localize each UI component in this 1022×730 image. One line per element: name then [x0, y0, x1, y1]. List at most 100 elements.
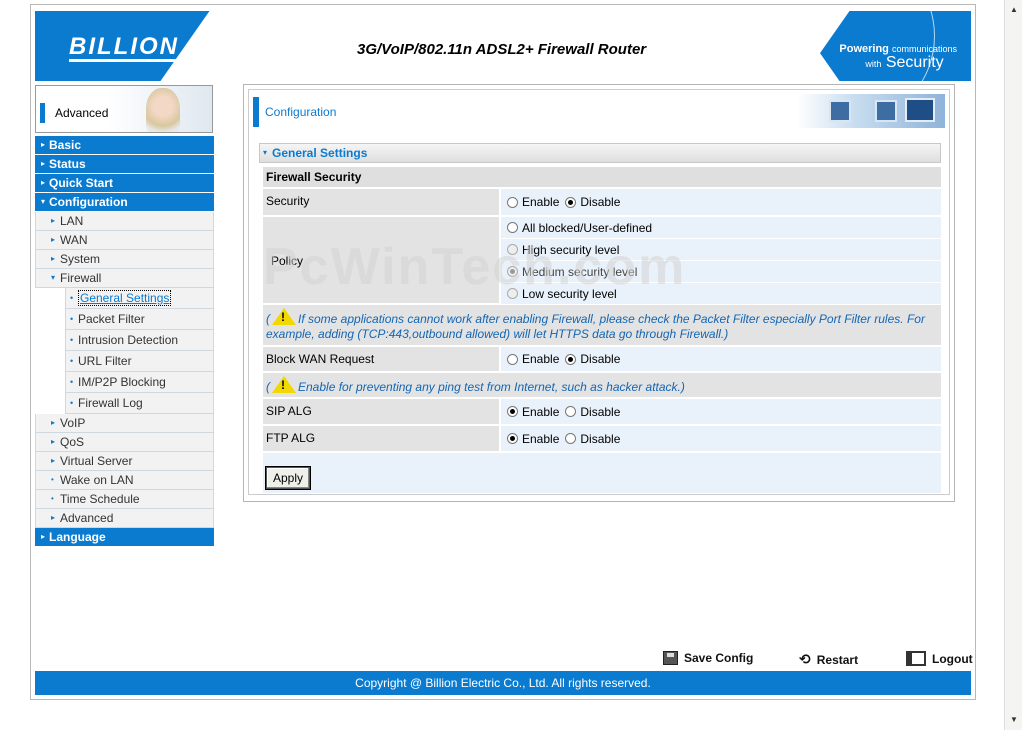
radio-button[interactable] [507, 288, 518, 299]
sidebar-item-label: QoS [60, 435, 85, 449]
sidebar-item-firewall-log[interactable]: • Firewall Log [65, 393, 214, 414]
sidebar-item-label: Quick Start [49, 176, 114, 190]
sidebar-item-virtual-server[interactable]: ▸ Virtual Server [35, 452, 214, 471]
sidebar-item-qos[interactable]: ▸ QoS [35, 433, 214, 452]
radio-button-selected[interactable] [507, 406, 518, 417]
scroll-down-arrow-icon[interactable]: ▼ [1006, 712, 1022, 728]
warning-glyph: ! [281, 378, 285, 392]
policy-option-low[interactable]: Low security level [501, 283, 941, 305]
sidebar-item-configuration[interactable]: ▾ Configuration [35, 193, 214, 212]
sidebar-item-general-settings[interactable]: • General Settings [65, 288, 214, 309]
security-row: Security Enable Disable [263, 189, 941, 217]
radio-label: Disable [580, 352, 621, 366]
bullet-icon: • [70, 356, 74, 366]
logout-door-icon [906, 651, 926, 666]
ping-note-row: (! Enable for preventing any ping test fr… [263, 373, 941, 399]
sidebar-item-label: Intrusion Detection [78, 333, 179, 347]
section-header-general-settings[interactable]: ▾ General Settings [259, 143, 941, 163]
sip-alg-label: SIP ALG [263, 399, 499, 424]
sidebar-item-status[interactable]: ▸ Status [35, 155, 214, 174]
radio-button-selected[interactable] [507, 266, 518, 277]
sidebar-item-quick-start[interactable]: ▸ Quick Start [35, 174, 214, 193]
radio-button[interactable] [565, 433, 577, 444]
bullet-icon: • [70, 314, 74, 324]
security-disable-radio[interactable]: Disable [565, 195, 620, 209]
radio-label: Disable [580, 431, 621, 446]
block-wan-disable-radio[interactable]: Disable [565, 352, 620, 366]
restart-button[interactable]: ⟲ Restart [799, 651, 858, 668]
sidebar-item-wan[interactable]: ▸ WAN [35, 231, 214, 250]
policy-option-all-blocked[interactable]: All blocked/User-defined [501, 217, 941, 239]
sidebar-item-lan[interactable]: ▸ LAN [35, 212, 214, 231]
sidebar-item-label: Firewall [60, 271, 102, 285]
arrow-right-icon: ▸ [51, 437, 56, 446]
ftp-alg-label: FTP ALG [263, 426, 499, 451]
firewall-security-header-row: Firewall Security [263, 167, 941, 189]
block-wan-options: Enable Disable [501, 347, 941, 371]
arrow-right-icon: ▸ [51, 235, 56, 244]
policy-option-medium[interactable]: Medium security level [501, 261, 941, 283]
sidebar-item-basic[interactable]: ▸ Basic [35, 136, 214, 155]
radio-button-selected[interactable] [507, 433, 518, 444]
radio-button[interactable] [507, 353, 518, 365]
sidebar-item-packet-filter[interactable]: • Packet Filter [65, 309, 214, 330]
arrow-down-icon: ▾ [263, 148, 268, 157]
monitor-icon [829, 100, 851, 122]
sidebar-item-intrusion-detection[interactable]: • Intrusion Detection [65, 330, 214, 351]
scroll-up-arrow-icon[interactable]: ▲ [1006, 2, 1022, 18]
logout-button[interactable]: Logout [906, 651, 973, 666]
advanced-mode-photo [146, 88, 180, 132]
arrow-right-icon: ▸ [41, 178, 46, 187]
tagline-communications: communications [891, 44, 957, 54]
sip-alg-disable-radio[interactable]: Disable [565, 405, 620, 419]
policy-option-high[interactable]: High security level [501, 239, 941, 261]
sidebar-item-system[interactable]: ▸ System [35, 250, 214, 269]
content-panel-inner: Configuration ▾ General Settings Firewall… [248, 89, 950, 495]
arrow-right-icon: ▸ [41, 140, 46, 149]
configuration-banner-image [797, 94, 945, 128]
ftp-alg-disable-radio[interactable]: Disable [565, 432, 620, 446]
sidebar-item-voip[interactable]: ▸ VoIP [35, 414, 214, 433]
content-panel: Configuration ▾ General Settings Firewall… [243, 84, 955, 502]
sidebar-item-im-p2p-blocking[interactable]: • IM/P2P Blocking [65, 372, 214, 393]
bullet-icon: • [70, 377, 74, 387]
sidebar-item-time-schedule[interactable]: • Time Schedule [35, 490, 214, 509]
mode-label: Advanced [40, 103, 112, 123]
policy-label: Policy [263, 217, 499, 303]
sidebar-item-label: Wake on LAN [60, 473, 134, 487]
apply-row: Apply [263, 453, 941, 493]
radio-button-selected[interactable] [565, 353, 577, 365]
browser-scrollbar[interactable]: ▲ ▼ [1004, 0, 1022, 730]
sidebar-item-url-filter[interactable]: • URL Filter [65, 351, 214, 372]
sidebar-item-language[interactable]: ▸ Language [35, 528, 214, 547]
tagline: Powering communications with Security [839, 43, 957, 72]
sidebar-item-wake-on-lan[interactable]: • Wake on LAN [35, 471, 214, 490]
radio-button[interactable] [507, 222, 518, 233]
radio-button-selected[interactable] [565, 196, 577, 208]
tagline-with: with [865, 59, 882, 69]
laptop-icon [905, 98, 935, 122]
ftp-alg-enable-radio[interactable]: Enable [507, 432, 559, 446]
radio-label: Disable [580, 195, 621, 209]
radio-label: Enable [522, 352, 560, 366]
radio-button[interactable] [507, 244, 518, 255]
arrow-right-icon: ▸ [51, 254, 56, 263]
sip-alg-options: Enable Disable [501, 399, 941, 424]
apply-button[interactable]: Apply [264, 466, 312, 490]
block-wan-enable-radio[interactable]: Enable [507, 352, 559, 366]
radio-label: Enable [522, 195, 560, 209]
sidebar-item-label: Status [49, 157, 86, 171]
footer-actions: Save Config ⟲ Restart Logout [31, 651, 977, 671]
note-paren: ( [266, 380, 270, 394]
radio-button[interactable] [565, 406, 577, 417]
firewall-note: (! If some applications cannot work after… [263, 305, 941, 345]
warning-icon: ! [272, 308, 296, 325]
ping-note-text: Enable for preventing any ping test from… [298, 380, 685, 394]
sidebar-item-firewall[interactable]: ▾ Firewall [35, 269, 214, 288]
sidebar-item-advanced[interactable]: ▸ Advanced [35, 509, 214, 528]
radio-button[interactable] [507, 196, 518, 208]
save-config-button[interactable]: Save Config [663, 651, 753, 665]
security-enable-radio[interactable]: Enable [507, 195, 559, 209]
page-title: Configuration [253, 97, 336, 127]
sip-alg-enable-radio[interactable]: Enable [507, 405, 559, 419]
